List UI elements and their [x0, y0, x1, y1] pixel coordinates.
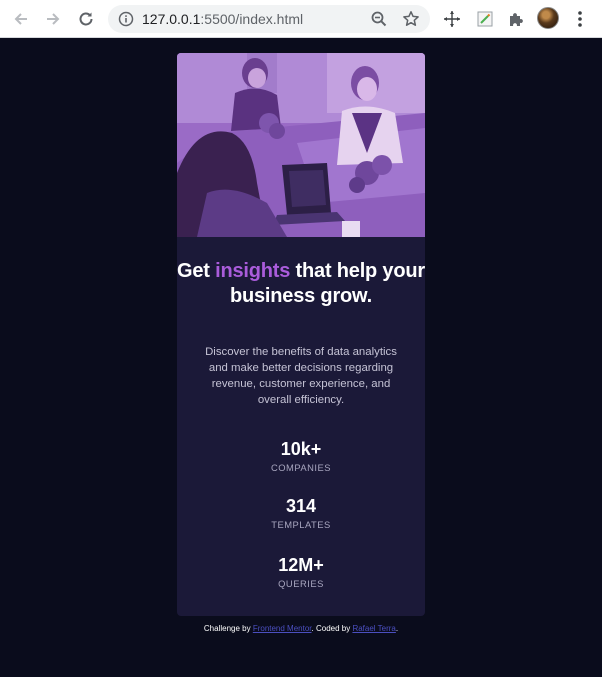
url-path: :5500/index.html: [200, 11, 304, 27]
url-text[interactable]: 127.0.0.1:5500/index.html: [142, 11, 303, 27]
description: Discover the benefits of data analytics …: [205, 346, 397, 406]
back-arrow-icon[interactable]: [10, 8, 32, 30]
notepad-extension-icon[interactable]: [475, 9, 495, 29]
headline-accent: insights: [215, 260, 291, 282]
attribution-suffix: .: [395, 624, 399, 633]
stat-label: TEMPLATES: [271, 519, 331, 530]
stat-templates: 314 TEMPLATES: [177, 496, 425, 531]
attribution: Challenge by Frontend Mentor. Coded by R…: [0, 624, 602, 634]
reload-icon[interactable]: [75, 8, 97, 30]
hero-image: [177, 53, 425, 237]
address-bar[interactable]: 127.0.0.1:5500/index.html: [108, 5, 430, 33]
puzzle-extensions-icon[interactable]: [506, 9, 526, 29]
stat-queries: 12M+ QUERIES: [177, 555, 425, 590]
author-link[interactable]: Rafael Terra: [352, 624, 395, 633]
forward-arrow-icon[interactable]: [42, 8, 64, 30]
attribution-prefix: Challenge by: [203, 624, 253, 633]
headline-pre: Get: [177, 260, 216, 282]
stat-label: QUERIES: [278, 578, 324, 589]
url-host: 127.0.0.1: [142, 11, 201, 27]
stat-label: COMPANIES: [270, 462, 332, 473]
star-icon[interactable]: [402, 10, 420, 28]
zoom-out-icon[interactable]: [370, 10, 388, 28]
stat-companies: 10k+ COMPANIES: [177, 439, 425, 474]
stat-value: 314: [285, 496, 317, 516]
browser-toolbar: 127.0.0.1:5500/index.html: [0, 0, 602, 38]
stat-value: 10k+: [280, 439, 322, 459]
frontend-mentor-link[interactable]: Frontend Mentor: [253, 624, 312, 633]
attribution-middle: . Coded by: [311, 624, 353, 633]
headline: Get insights that help your business gro…: [177, 259, 425, 308]
crosshair-extension-icon[interactable]: [442, 9, 462, 29]
profile-avatar[interactable]: [537, 7, 559, 29]
stats-preview-card: Get insights that help your business gro…: [177, 53, 425, 616]
stat-value: 12M+: [278, 555, 324, 575]
kebab-menu-icon[interactable]: [572, 9, 588, 29]
info-icon[interactable]: [118, 11, 134, 27]
